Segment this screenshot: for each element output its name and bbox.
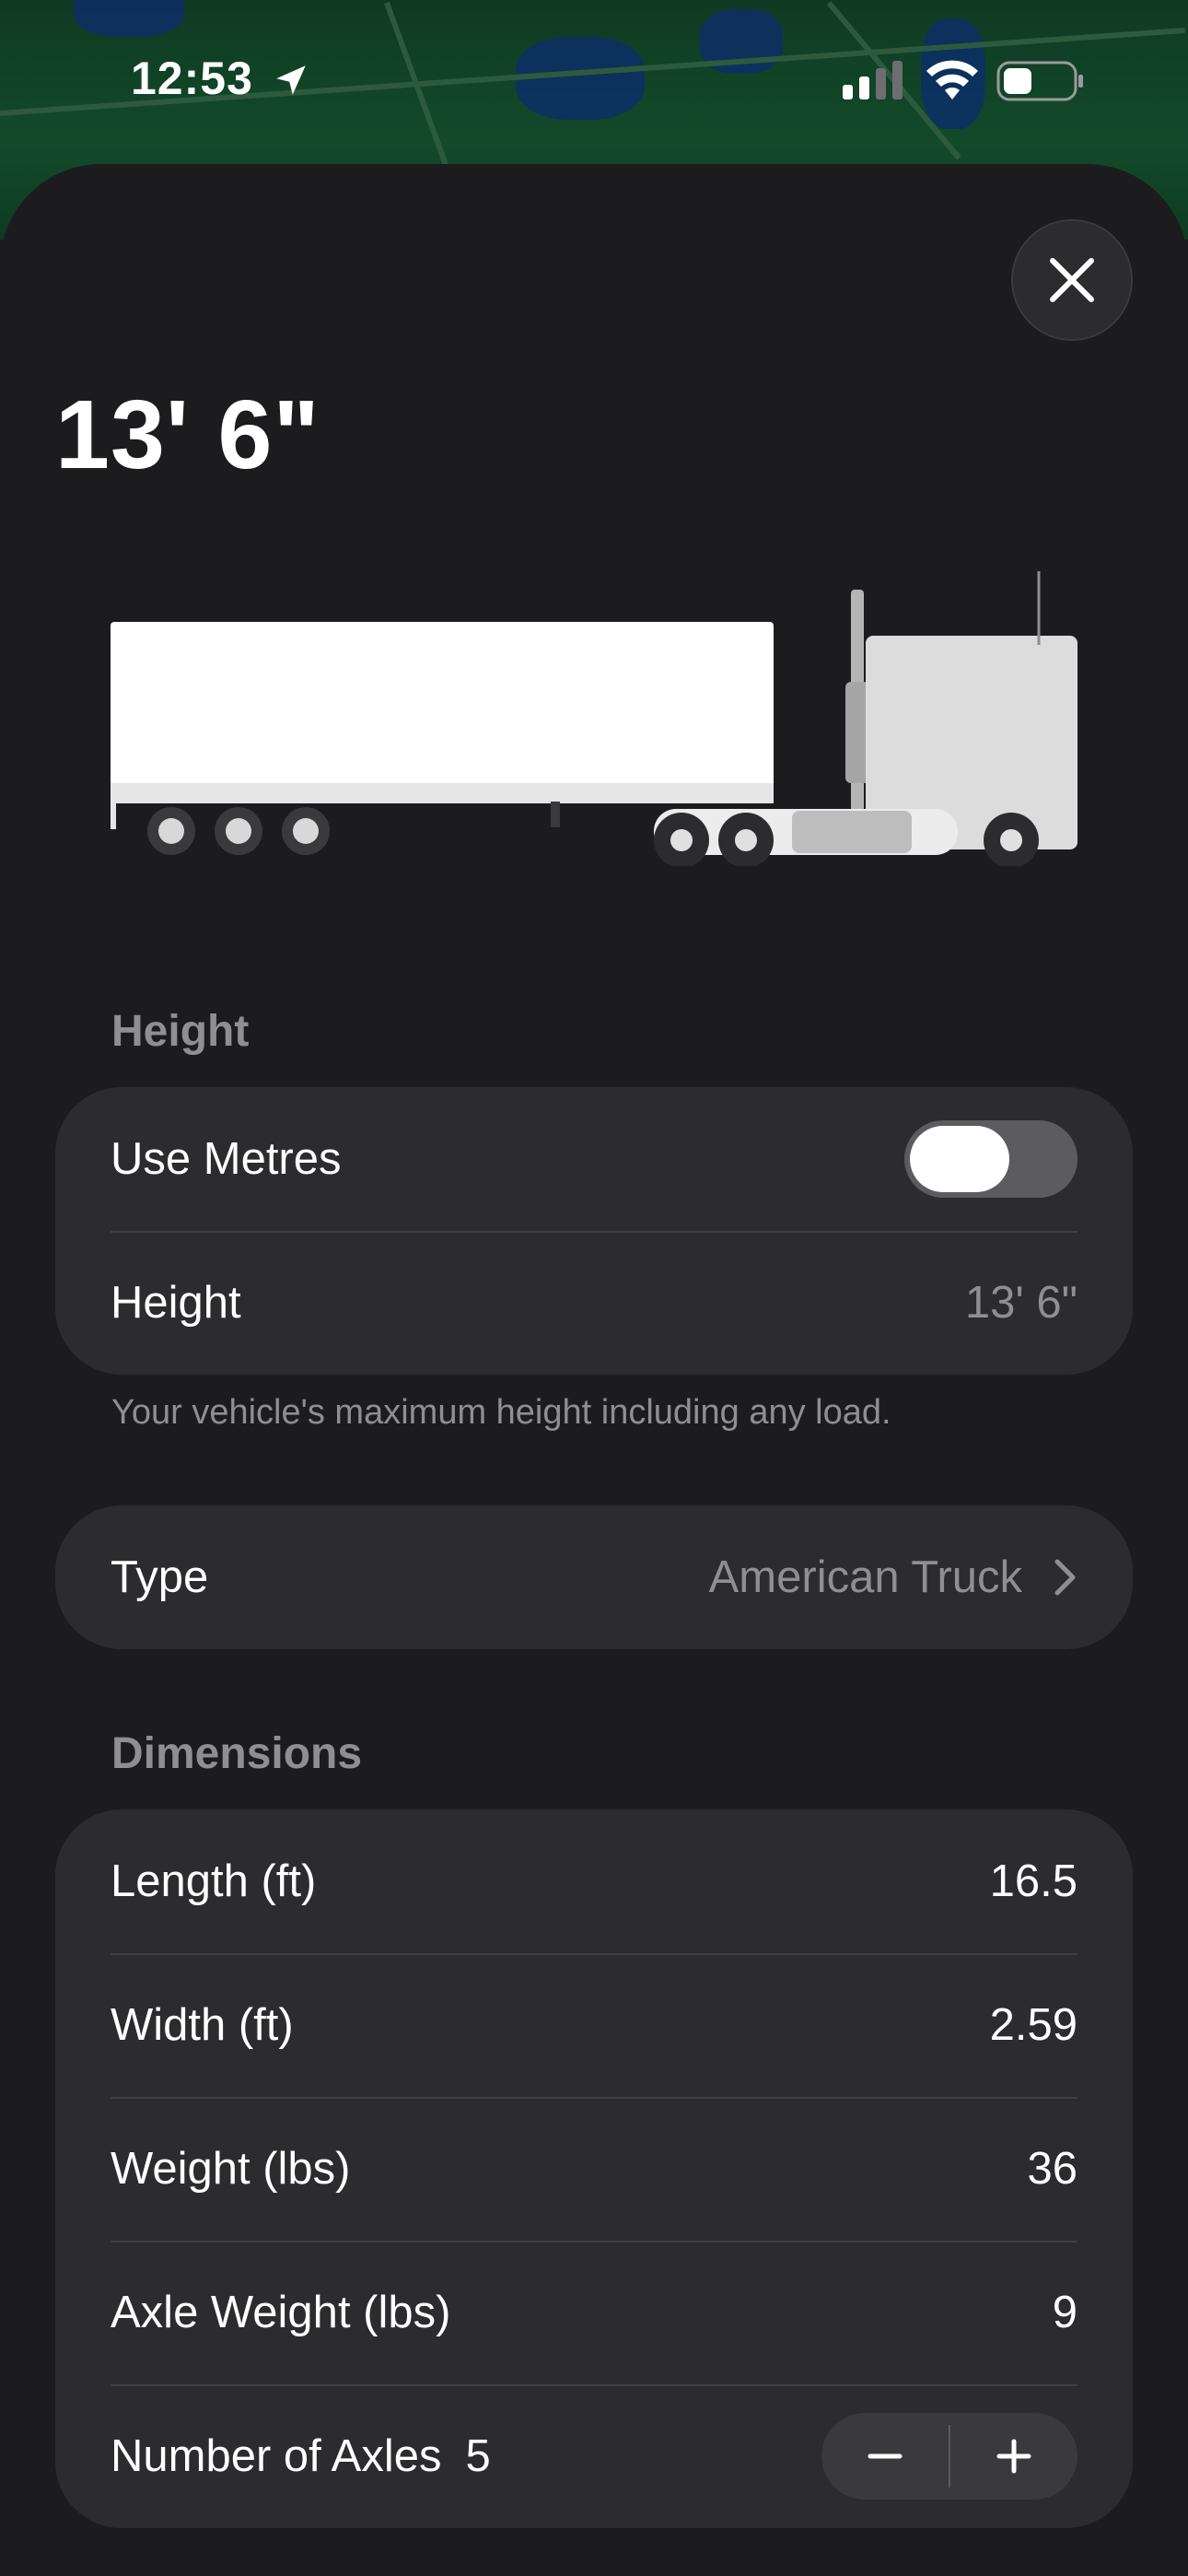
height-row[interactable]: Height 13' 6" bbox=[55, 1231, 1133, 1375]
number-of-axles-row: Number of Axles 5 bbox=[55, 2384, 1133, 2528]
toggle-knob bbox=[910, 1126, 1009, 1192]
dimension-value: 2.59 bbox=[989, 2000, 1077, 2050]
dimension-row-width[interactable]: Width (ft) 2.59 bbox=[55, 1953, 1133, 2097]
axles-value: 5 bbox=[465, 2431, 491, 2481]
height-footnote: Your vehicle's maximum height including … bbox=[111, 1393, 891, 1432]
axles-label: Number of Axles bbox=[111, 2431, 442, 2481]
truck-illustration bbox=[111, 571, 1077, 866]
axles-label-group: Number of Axles 5 bbox=[111, 2430, 821, 2482]
minus-icon bbox=[868, 2453, 903, 2459]
type-label: Type bbox=[111, 1552, 209, 1602]
close-icon bbox=[1050, 258, 1094, 302]
height-value: 13' 6" bbox=[964, 1278, 1077, 1328]
dimension-label: Length (ft) bbox=[111, 1856, 317, 1906]
location-arrow-icon bbox=[276, 65, 306, 95]
dimension-value: 16.5 bbox=[989, 1856, 1077, 1906]
height-group: Use Metres Height 13' 6" bbox=[55, 1087, 1133, 1375]
height-label: Height bbox=[111, 1278, 241, 1328]
plus-icon bbox=[996, 2439, 1031, 2474]
use-metres-toggle[interactable] bbox=[904, 1120, 1077, 1198]
dimension-value: 36 bbox=[1027, 2144, 1077, 2194]
status-bar: 12:53 bbox=[0, 0, 1188, 157]
use-metres-row: Use Metres bbox=[55, 1087, 1133, 1231]
dimension-row-weight[interactable]: Weight (lbs) 36 bbox=[55, 2097, 1133, 2241]
cellular-signal-icon bbox=[843, 61, 903, 100]
axles-stepper bbox=[821, 2413, 1077, 2500]
dimension-label: Axle Weight (lbs) bbox=[111, 2288, 451, 2337]
close-button[interactable] bbox=[1011, 219, 1133, 341]
dimension-row-length[interactable]: Length (ft) 16.5 bbox=[55, 1809, 1133, 1953]
dimension-label: Width (ft) bbox=[111, 2000, 294, 2050]
increment-button[interactable] bbox=[950, 2413, 1077, 2500]
decrement-button[interactable] bbox=[821, 2413, 949, 2500]
type-group: Type American Truck bbox=[55, 1505, 1133, 1649]
dimensions-group: Length (ft) 16.5 Width (ft) 2.59 Weight … bbox=[55, 1809, 1133, 2528]
wifi-icon bbox=[926, 60, 978, 100]
type-value: American Truck bbox=[708, 1552, 1022, 1602]
chevron-right-icon bbox=[1054, 1559, 1076, 1596]
battery-icon bbox=[996, 61, 1083, 101]
type-row[interactable]: Type American Truck bbox=[55, 1505, 1133, 1649]
section-label-dimensions: Dimensions bbox=[111, 1729, 363, 1778]
use-metres-label: Use Metres bbox=[111, 1134, 342, 1184]
section-label-height: Height bbox=[111, 1007, 250, 1056]
page-title: 13' 6" bbox=[55, 381, 320, 489]
dimension-label: Weight (lbs) bbox=[111, 2144, 351, 2194]
dimension-value: 9 bbox=[1052, 2288, 1077, 2337]
dimension-row-axle-weight[interactable]: Axle Weight (lbs) 9 bbox=[55, 2241, 1133, 2384]
status-time: 12:53 bbox=[131, 53, 253, 104]
